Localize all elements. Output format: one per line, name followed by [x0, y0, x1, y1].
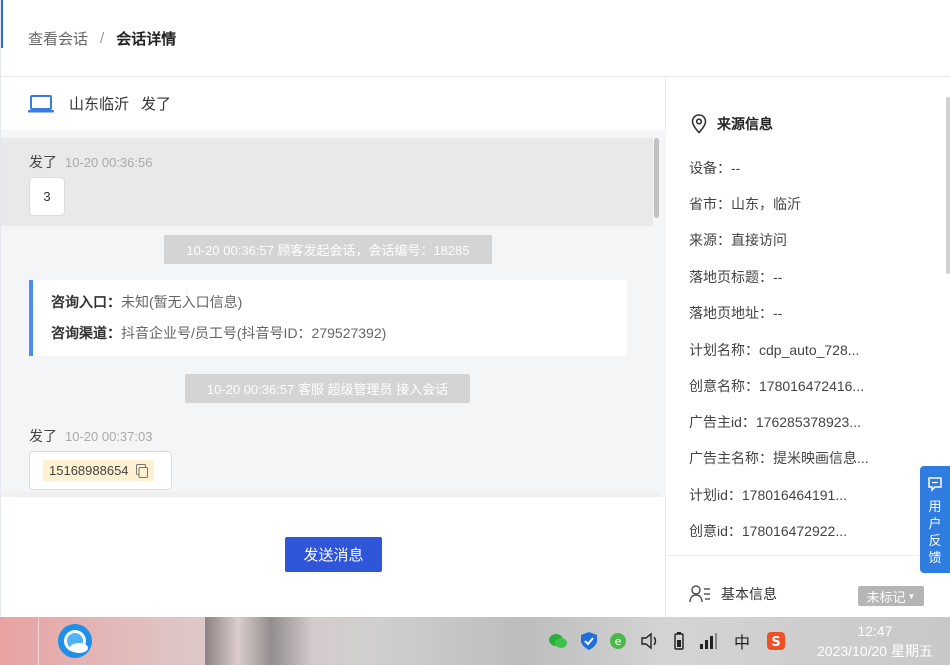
source-row-landing-url: 落地页地址：--	[689, 305, 783, 321]
message-meta: 发了 10-20 00:36:56	[29, 152, 152, 172]
location-pin-icon	[691, 114, 707, 134]
svg-text:e: e	[615, 635, 622, 648]
consult-channel-row: 咨询渠道：抖音企业号/员工号(抖音号ID：279527392)	[51, 323, 609, 354]
tag-dropdown[interactable]: 未标记 ▼	[858, 586, 924, 606]
chat-header: 山东临沂 发了	[1, 77, 665, 130]
message-meta: 发了 10-20 00:37:03	[29, 426, 152, 446]
basic-info-title: 基本信息	[721, 586, 777, 602]
source-row-plan-id: 计划id：178016464191...	[689, 487, 847, 503]
source-row-landing-title: 落地页标题：--	[689, 269, 783, 285]
shield-tray-icon[interactable]	[579, 631, 599, 651]
consult-info-card: 咨询入口：未知(暂无入口信息) 咨询渠道：抖音企业号/员工号(抖音号ID：279…	[29, 280, 627, 356]
signal-icon[interactable]	[698, 631, 718, 651]
clock-time: 12:47	[857, 623, 893, 639]
feedback-label: 用户反馈	[928, 499, 942, 565]
source-row-province: 省市：山东，临沂	[689, 196, 801, 212]
breadcrumb-current: 会话详情	[116, 30, 177, 48]
source-row-plan-name: 计划名称：cdp_auto_728...	[689, 342, 860, 358]
basic-info-header[interactable]: 基本信息	[689, 584, 777, 604]
visitor-name: 发了	[141, 96, 172, 113]
chat-horizontal-scrollbar[interactable]	[1, 492, 661, 497]
chat-panel: 山东临沂 发了 发了 10-20 00:36:56 3 10-20 00:36:5…	[1, 77, 666, 617]
breadcrumb-view-sessions[interactable]: 查看会话	[28, 28, 88, 49]
taskbar-clock[interactable]: 12:47 2023/10/20 星期五	[800, 621, 950, 661]
sogou-ime-icon[interactable]: S	[766, 631, 786, 651]
caret-down-icon: ▼	[907, 591, 916, 601]
app-window: 查看会话 / 会话详情 山东临沂 发了 发了 10-20 00:36:56 3 1…	[0, 0, 950, 617]
svg-text:S: S	[771, 635, 780, 650]
ime-indicator[interactable]: 中	[732, 631, 752, 652]
source-row-advertiser-id: 广告主id：176285378923...	[689, 414, 861, 430]
chat-scrollbar[interactable]	[654, 138, 659, 218]
side-divider	[667, 555, 950, 556]
source-info-title: 来源信息	[691, 114, 773, 134]
laptop-icon	[28, 94, 54, 112]
consult-channel-value: 抖音企业号/员工号(抖音号ID：279527392)	[121, 325, 387, 341]
taskbar: e 中 S 12:47 2023/10/20 星期五	[0, 617, 950, 665]
volume-icon[interactable]	[640, 631, 660, 651]
message-time: 10-20 00:36:56	[65, 155, 153, 170]
consult-entry-value: 未知(暂无入口信息)	[121, 294, 243, 310]
consult-channel-label: 咨询渠道：	[51, 325, 121, 341]
chat-bubble-icon	[928, 477, 942, 492]
clock-date: 2023/10/20 星期五	[817, 643, 933, 659]
user-list-icon	[689, 585, 710, 603]
source-info-title-text: 来源信息	[717, 116, 773, 132]
message-sender: 发了	[29, 154, 57, 170]
copy-icon[interactable]	[135, 463, 148, 478]
browser-tray-icon[interactable]: e	[608, 631, 628, 651]
source-row-creative-id: 创意id：178016472922...	[689, 523, 847, 539]
taskbar-divider	[38, 617, 39, 665]
system-message: 10-20 00:36:57 客服 超级管理员 接入会话	[185, 374, 470, 403]
source-row-device: 设备：--	[689, 160, 741, 176]
system-message: 10-20 00:36:57 顾客发起会话，会话编号：18285	[164, 235, 492, 264]
side-scrollbar[interactable]	[946, 97, 950, 274]
message-sender: 发了	[29, 428, 57, 444]
source-row-creative-name: 创意名称：178016472416...	[689, 378, 865, 394]
battery-icon[interactable]	[669, 631, 689, 651]
breadcrumb-separator: /	[100, 29, 105, 47]
chat-messages[interactable]: 发了 10-20 00:36:56 3 10-20 00:36:57 顾客发起会话…	[1, 130, 666, 497]
browser-app-icon[interactable]	[55, 621, 95, 661]
breadcrumb: 查看会话 / 会话详情	[1, 0, 950, 77]
phone-number: 15168988654	[49, 463, 129, 478]
consult-entry-label: 咨询入口：	[51, 294, 121, 310]
message-time: 10-20 00:37:03	[65, 429, 153, 444]
tag-label: 未标记	[866, 589, 906, 605]
send-message-button[interactable]: 发送消息	[285, 537, 382, 572]
source-info-panel: 来源信息 设备：-- 省市：山东，临沂 来源：直接访问 落地页标题：-- 落地页…	[667, 77, 950, 617]
visitor-location: 山东临沂	[69, 96, 130, 113]
phone-number-chip[interactable]: 15168988654	[43, 460, 154, 481]
source-row-source: 来源：直接访问	[689, 232, 787, 248]
ime-label: 中	[733, 633, 750, 652]
source-row-advertiser-name: 广告主名称：提米映画信息...	[689, 450, 869, 466]
wechat-tray-icon[interactable]	[548, 631, 568, 651]
consult-entry-row: 咨询入口：未知(暂无入口信息)	[51, 292, 609, 323]
wallpaper-figure	[205, 617, 315, 665]
message-bubble: 15168988654	[29, 451, 172, 490]
feedback-button[interactable]: 用户反馈	[920, 466, 950, 573]
message-bubble: 3	[29, 177, 65, 216]
